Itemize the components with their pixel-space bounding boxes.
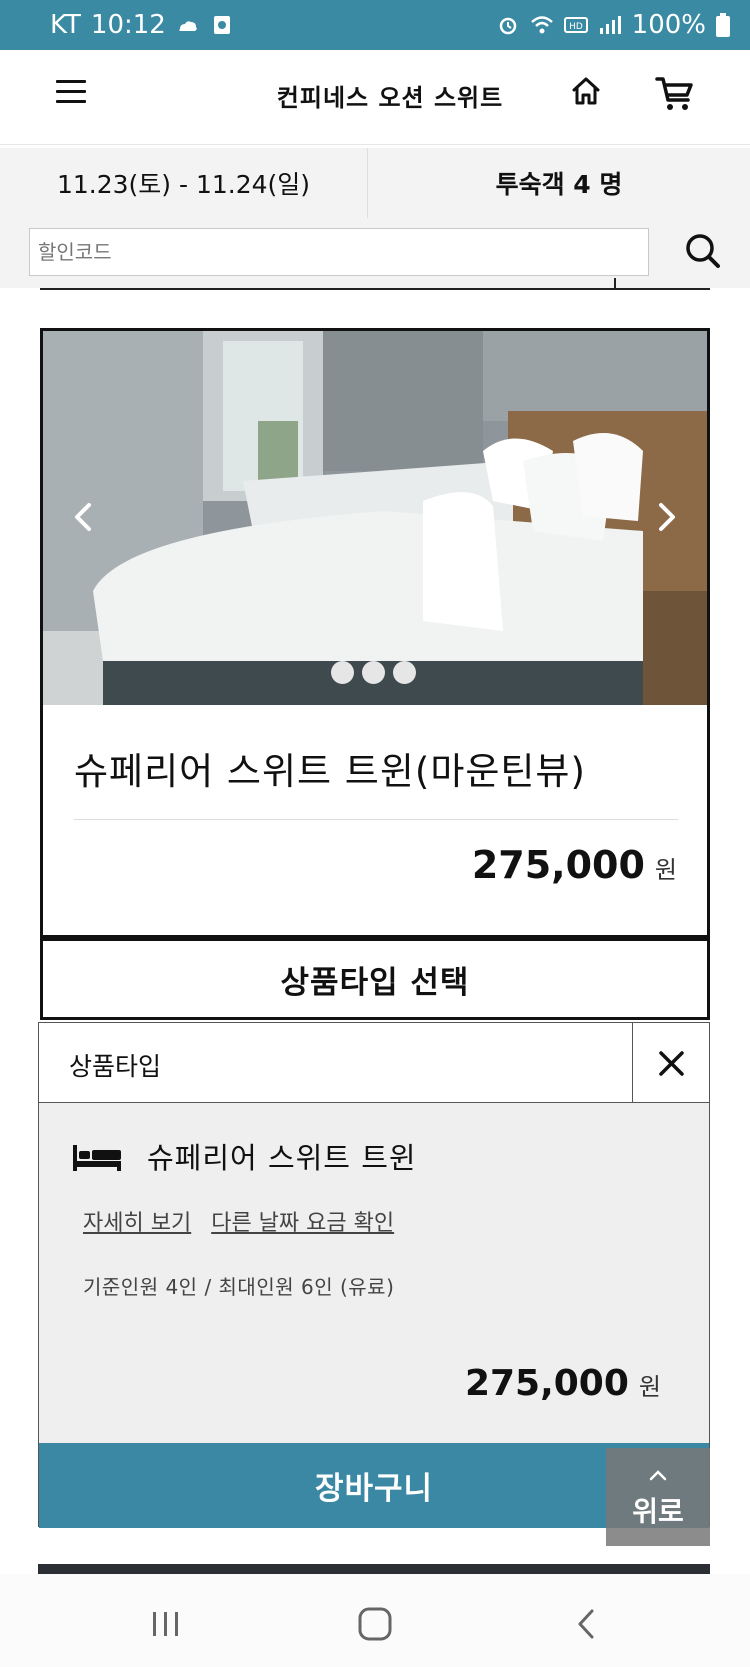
search-icon[interactable] <box>684 232 722 270</box>
discount-code-input[interactable] <box>29 228 649 276</box>
alarm-icon <box>499 17 516 35</box>
chevron-up-icon <box>606 1466 710 1484</box>
room-title: 슈페리어 스위트 트윈(마운틴뷰) <box>74 750 586 793</box>
product-type-price: 275,000 원 <box>465 1363 661 1404</box>
product-type-price-currency: 원 <box>638 1373 661 1401</box>
hd-voice-icon: HD <box>563 17 588 33</box>
date-range-selector[interactable]: 11.23(토) - 11.24(일) <box>0 148 368 218</box>
status-bar: KT 10:12 HD 100% <box>0 0 750 50</box>
guest-count-selector[interactable]: 투숙객 4 명 <box>368 148 750 218</box>
carousel-dot[interactable] <box>393 661 416 684</box>
card-divider <box>74 819 678 820</box>
svg-text:HD: HD <box>569 22 583 32</box>
system-nav-bar <box>0 1574 750 1667</box>
previous-card-edge <box>40 288 710 290</box>
recent-apps-icon[interactable] <box>150 1610 182 1638</box>
scroll-to-top-button[interactable]: 위로 <box>606 1448 710 1546</box>
app-notification-icon <box>213 16 230 34</box>
product-type-label: 상품타입 <box>69 1052 162 1081</box>
previous-card-divider <box>614 278 616 290</box>
room-photo[interactable] <box>43 331 707 705</box>
system-home-icon[interactable] <box>357 1606 393 1642</box>
room-price-currency: 원 <box>654 856 677 884</box>
battery-icon <box>716 13 730 37</box>
bed-icon <box>73 1145 121 1171</box>
wifi-icon <box>530 16 553 34</box>
close-icon <box>659 1051 684 1076</box>
other-dates-price-link[interactable]: 다른 날짜 요금 확인 <box>211 1205 394 1237</box>
app-header: 컨피네스 오션 스위트 <box>0 50 750 145</box>
close-panel-button[interactable] <box>632 1023 709 1103</box>
product-type-name: 슈페리어 스위트 트윈 <box>147 1141 417 1175</box>
page-title: 컨피네스 오션 스위트 <box>276 84 504 112</box>
home-icon[interactable] <box>570 75 602 107</box>
carousel-prev-arrow[interactable] <box>69 495 99 539</box>
cart-icon[interactable] <box>655 74 695 112</box>
next-card-preview <box>38 1564 710 1574</box>
room-price-value: 275,000 <box>471 843 645 887</box>
carousel-next-arrow[interactable] <box>651 495 681 539</box>
room-card[interactable]: 슈페리어 스위트 트윈(마운틴뷰) 275,000 원 <box>40 328 710 938</box>
carousel-dot[interactable] <box>331 661 354 684</box>
carousel-dots <box>331 661 416 684</box>
scroll-to-top-label: 위로 <box>632 1495 684 1528</box>
capacity-info: 기준인원 4인 / 최대인원 6인 (유료) <box>83 1275 395 1299</box>
booking-bar: 11.23(토) - 11.24(일) 투숙객 4 명 <box>0 148 750 218</box>
discount-code-row <box>0 218 750 288</box>
view-details-link[interactable]: 자세히 보기 <box>83 1205 191 1237</box>
signal-icon <box>599 16 621 34</box>
select-product-type-button[interactable]: 상품타입 선택 <box>40 938 710 1020</box>
product-type-header: 상품타입 <box>39 1023 709 1103</box>
room-price: 275,000 원 <box>472 843 677 887</box>
product-type-links: 자세히 보기 다른 날짜 요금 확인 <box>83 1205 394 1237</box>
carousel-dot[interactable] <box>362 661 385 684</box>
battery-percent: 100% <box>631 10 706 40</box>
product-type-price-value: 275,000 <box>464 1363 629 1404</box>
back-icon[interactable] <box>575 1608 597 1640</box>
weather-icon <box>179 21 197 31</box>
clock: 10:12 <box>90 10 166 40</box>
carrier-label: KT <box>50 10 81 40</box>
